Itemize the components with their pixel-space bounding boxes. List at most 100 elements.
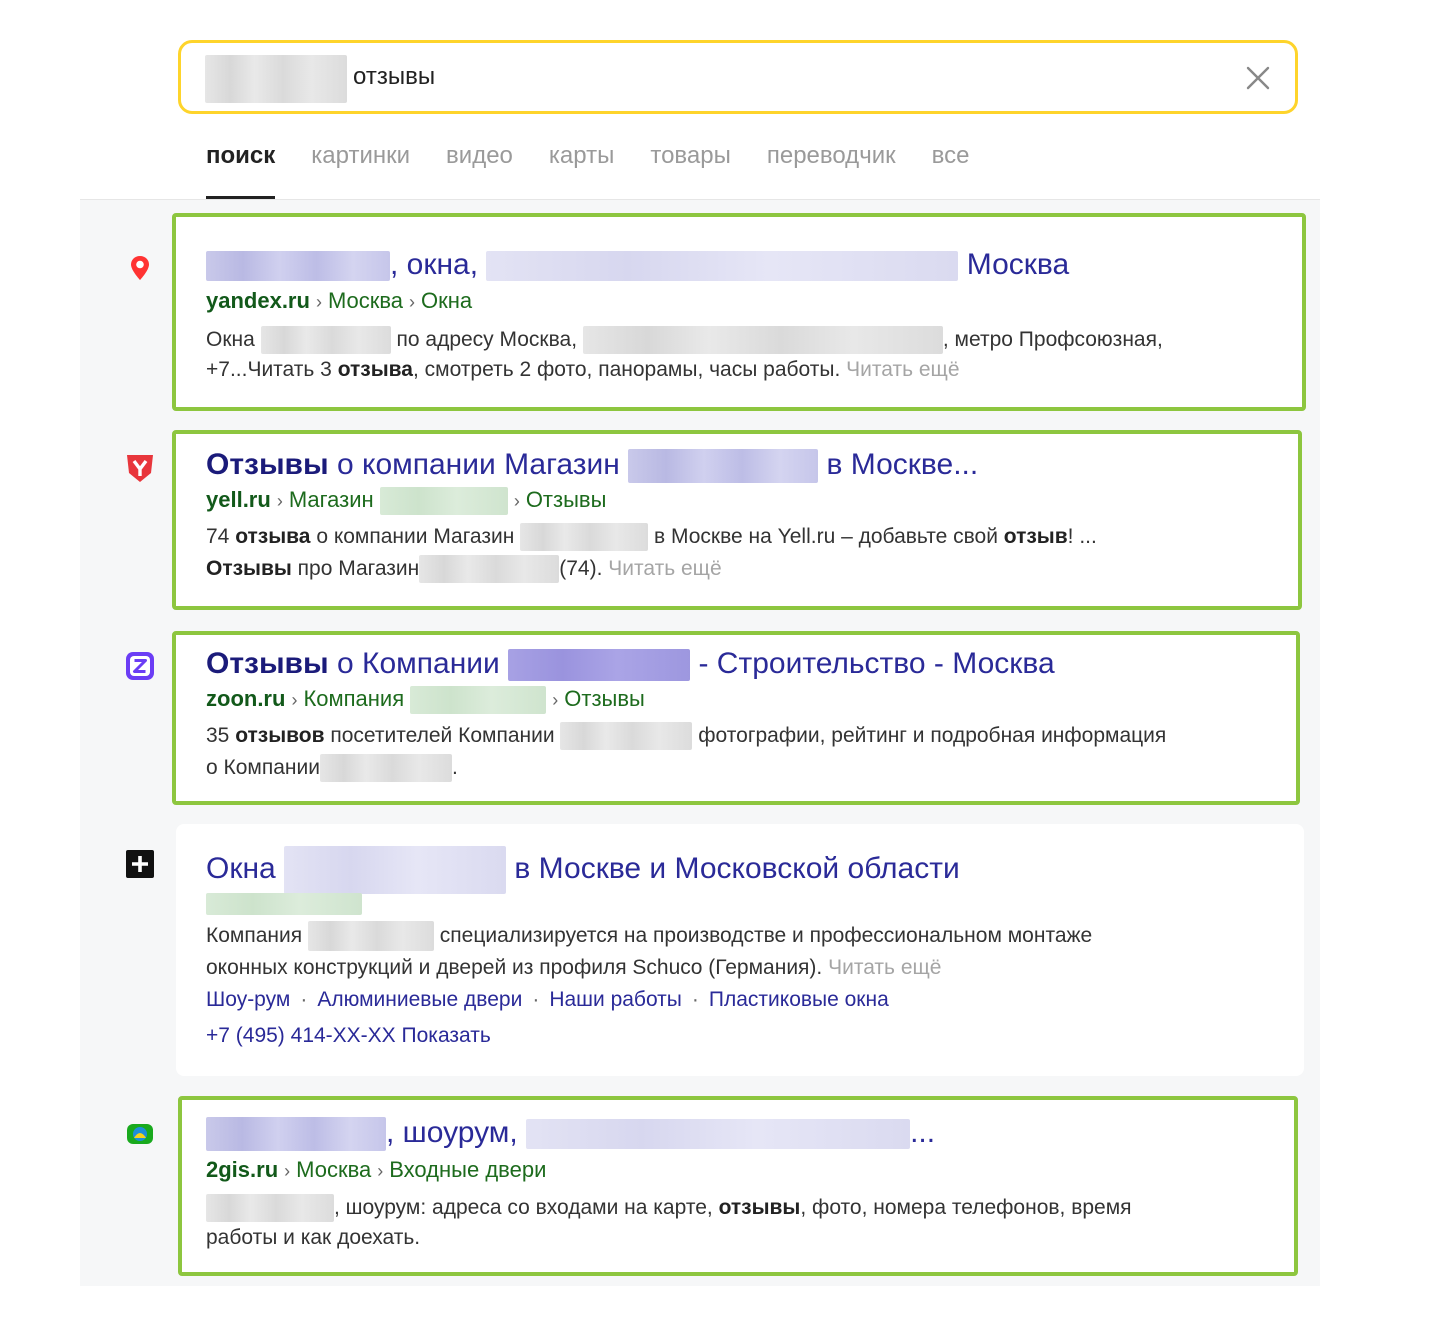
breadcrumb-link[interactable]: Окна <box>421 288 472 313</box>
breadcrumb-separator-icon: › <box>552 690 559 710</box>
breadcrumb-link[interactable]: Москва <box>296 1157 371 1182</box>
redacted-text <box>206 251 390 282</box>
result-title-link[interactable]: Отзывы о Компании - Строительство - Моск… <box>206 647 1055 682</box>
result-domain-link[interactable]: zoon.ru <box>206 686 285 711</box>
yell-logo-icon <box>124 452 156 484</box>
sitelink-showroom[interactable]: Шоу-рум <box>206 988 290 1011</box>
result-title-part: в Москве... <box>826 448 979 481</box>
redacted-text <box>582 326 943 355</box>
breadcrumb-separator-icon: › <box>315 292 322 312</box>
sitelink-separator-icon: · <box>300 988 308 1011</box>
snippet-highlight: отзывы <box>718 1196 801 1219</box>
result-breadcrumb <box>206 890 362 916</box>
read-more-link[interactable]: Читать ещё <box>608 557 721 580</box>
result-snippet-line: Отзывы про Магазин (74). Читать ещё <box>206 554 722 584</box>
redacted-text <box>508 649 691 682</box>
snippet-text: , метро Профсоюзная, <box>942 328 1163 351</box>
redacted-text <box>307 921 434 952</box>
clear-search-icon[interactable] <box>1243 63 1273 93</box>
snippet-highlight: отзыва <box>337 358 413 381</box>
tab-all[interactable]: все <box>932 142 970 182</box>
2gis-logo-icon <box>124 1118 156 1150</box>
search-box[interactable]: отзывы <box>178 40 1298 114</box>
sitelink-separator-icon: · <box>691 988 699 1011</box>
result-snippet-line: о Компании. <box>206 753 458 783</box>
snippet-text: 35 <box>206 724 230 747</box>
result-title-part: в Москве и Московской области <box>514 851 960 885</box>
snippet-text: Окна <box>206 328 255 351</box>
result-title-part: ... <box>910 1116 936 1149</box>
snippet-highlight: отзыва <box>235 525 311 548</box>
tab-images[interactable]: картинки <box>311 142 410 182</box>
redacted-text <box>419 555 560 584</box>
read-more-link[interactable]: Читать ещё <box>846 358 959 381</box>
result-snippet-line: , шоурум: адреса со входами на карте, от… <box>206 1193 1132 1223</box>
breadcrumb-link[interactable]: Магазин <box>289 487 374 512</box>
result-sitelinks: Шоу-рум · Алюминиевые двери · Наши работы · Пл… <box>206 988 889 1012</box>
result-snippet-line: +7...Читать 3 отзыва, смотреть 2 фото, п… <box>206 355 960 385</box>
result-domain-link[interactable]: yandex.ru <box>206 288 310 313</box>
snippet-text: ! ... <box>1067 525 1097 548</box>
snippet-text: , смотреть 2 фото, панорамы, часы работы… <box>412 358 841 381</box>
redacted-text <box>206 1194 334 1223</box>
snippet-highlight: отзыв <box>1003 525 1068 548</box>
sitelink-our-works[interactable]: Наши работы <box>549 988 682 1011</box>
result-breadcrumb: yell.ru › Магазин › Отзывы <box>206 487 607 516</box>
tab-video[interactable]: видео <box>446 142 513 182</box>
result-domain-link[interactable]: 2gis.ru <box>206 1157 278 1182</box>
breadcrumb-link[interactable]: Отзывы <box>526 487 607 512</box>
search-query-text[interactable]: отзывы <box>353 63 435 91</box>
redacted-text <box>410 686 547 715</box>
result-title-link[interactable]: Окна в Москве и Московской области <box>206 846 960 894</box>
redacted-text <box>486 251 959 282</box>
snippet-text: про Магазин <box>291 557 420 580</box>
result-snippet-line: работы и как доехать. <box>206 1223 420 1253</box>
result-breadcrumb: yandex.ru › Москва › Окна <box>206 288 472 314</box>
breadcrumb-separator-icon: › <box>276 491 283 511</box>
result-title-part: Окна <box>206 851 276 885</box>
snippet-text: о компании Магазин <box>310 525 515 548</box>
read-more-link[interactable]: Читать ещё <box>828 956 941 979</box>
breadcrumb-link[interactable]: Компания <box>303 686 404 711</box>
tab-search[interactable]: поиск <box>206 142 276 199</box>
result-title-part: о компании Магазин <box>328 448 620 481</box>
result-title-part: о Компании <box>328 647 500 680</box>
result-title-link[interactable]: , шоурум, ... <box>206 1116 936 1152</box>
tab-maps[interactable]: карты <box>549 142 614 182</box>
result-snippet-line: оконных конструкций и дверей из профиля … <box>206 953 941 983</box>
breadcrumb-link[interactable]: Входные двери <box>389 1157 546 1182</box>
zoon-logo-icon <box>124 650 156 682</box>
result-title-link[interactable]: Отзывы о компании Магазин в Москве... <box>206 448 979 484</box>
redacted-domain <box>206 893 362 916</box>
sitelink-plastic-windows[interactable]: Пластиковые окна <box>709 988 889 1011</box>
result-snippet-line: 35 отзывов посетителей Компании фотограф… <box>206 721 1166 751</box>
snippet-text: фотографии, рейтинг и подробная информац… <box>698 724 1167 747</box>
snippet-text: 74 <box>206 525 230 548</box>
tab-products[interactable]: товары <box>650 142 731 182</box>
result-title-link[interactable]: , окна, Москва <box>206 248 1069 282</box>
result-title-part: , окна, <box>390 248 479 281</box>
redacted-query-part <box>205 55 347 103</box>
result-title-highlight: Отзывы <box>206 448 329 481</box>
breadcrumb-link[interactable]: Москва <box>328 288 403 313</box>
snippet-highlight: отзывов <box>235 724 325 747</box>
snippet-text: (74). <box>559 557 603 580</box>
breadcrumb-link[interactable]: Отзывы <box>564 686 645 711</box>
snippet-text: , фото, номера телефонов, время <box>800 1196 1132 1219</box>
result-title-part: - Строительство - Москва <box>698 647 1055 680</box>
sitelink-separator-icon: · <box>532 988 540 1011</box>
breadcrumb-separator-icon: › <box>284 1161 291 1181</box>
breadcrumb-separator-icon: › <box>291 690 298 710</box>
redacted-text <box>206 1117 386 1152</box>
result-snippet-line: Компания специализируется на производств… <box>206 921 1092 952</box>
result-domain-link[interactable]: yell.ru <box>206 487 271 512</box>
sitelink-aluminum-doors[interactable]: Алюминиевые двери <box>317 988 522 1011</box>
result-breadcrumb: 2gis.ru › Москва › Входные двери <box>206 1157 546 1183</box>
breadcrumb-separator-icon: › <box>513 491 520 511</box>
phone-show-link[interactable]: +7 (495) 414-XX-XX Показать <box>206 1024 491 1048</box>
snippet-text: , шоурум: адреса со входами на карте, <box>334 1196 713 1219</box>
snippet-text: посетителей Компании <box>324 724 555 747</box>
redacted-text <box>526 1119 911 1150</box>
snippet-text: по адресу Москва, <box>396 328 578 351</box>
tab-translator[interactable]: переводчик <box>767 142 896 182</box>
